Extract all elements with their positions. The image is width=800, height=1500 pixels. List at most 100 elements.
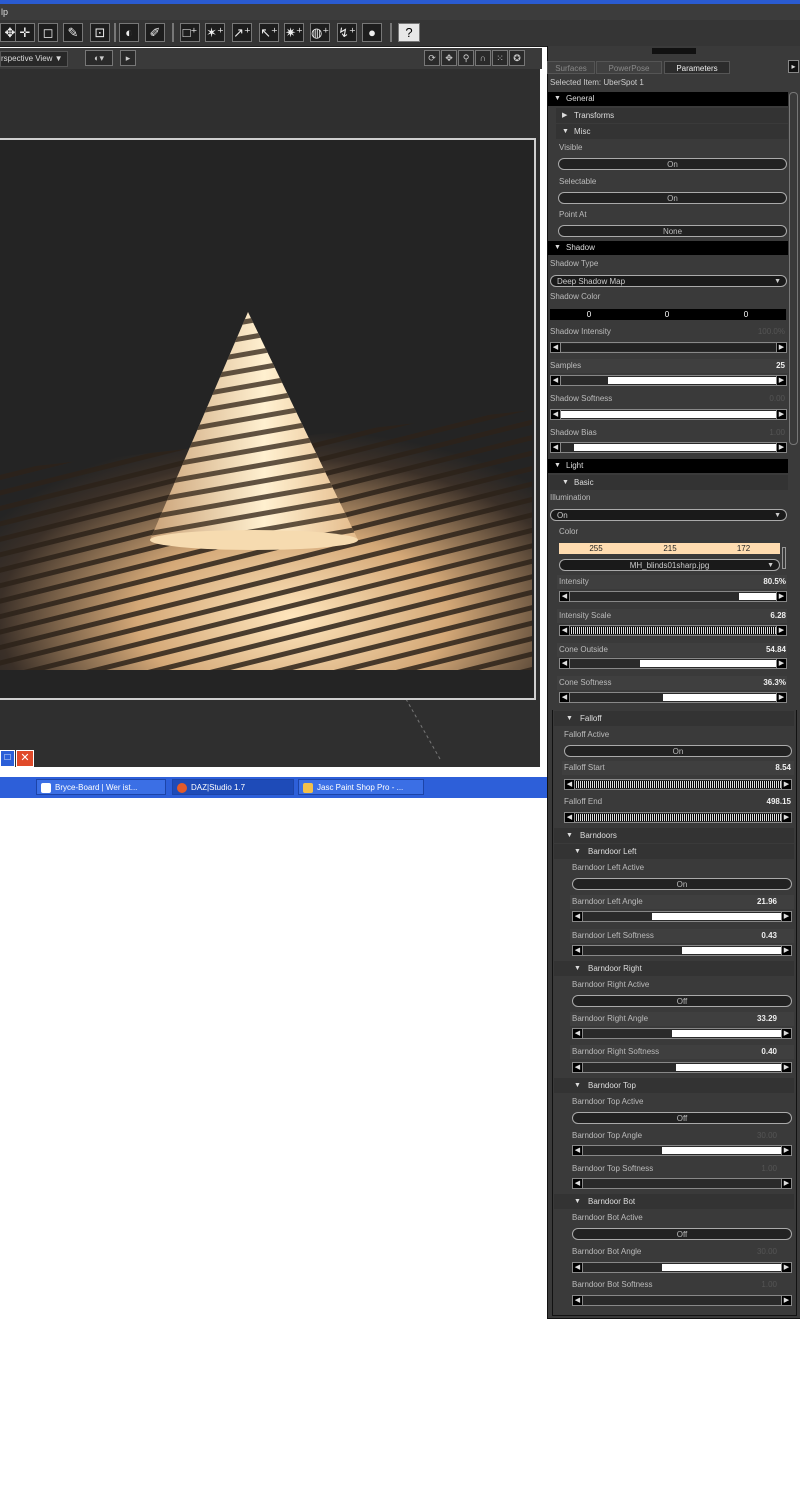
tab-powerpose[interactable]: PowerPose — [596, 61, 662, 74]
slider-decrement-icon[interactable]: ◀ — [551, 410, 561, 419]
slider-increment-icon[interactable]: ▶ — [781, 1296, 791, 1305]
barndoor-right-active-toggle[interactable]: Off — [572, 995, 792, 1007]
panel-scrollbar[interactable] — [789, 92, 798, 445]
slider-decrement-icon[interactable]: ◀ — [551, 343, 561, 352]
toolbar-button-8[interactable]: ✶⁺ — [205, 23, 225, 42]
cone-softness-slider[interactable]: ◀ ▶ — [559, 692, 787, 703]
slider-increment-icon[interactable]: ▶ — [776, 659, 786, 668]
slider-increment-icon[interactable]: ▶ — [781, 1146, 791, 1155]
group-barndoor-right[interactable]: ▼ Barndoor Right — [554, 961, 794, 976]
tabs-scroll-right-icon[interactable]: ▸ — [788, 60, 799, 73]
orbit-camera-icon[interactable]: ∩ — [475, 50, 491, 66]
toolbar-button-2[interactable]: ◻ — [38, 23, 58, 42]
taskbar-item-daz-studio[interactable]: DAZ|Studio 1.7 — [172, 779, 294, 795]
camera-target-icon[interactable]: ✪ — [509, 50, 525, 66]
falloff-end-slider[interactable]: ◀ ▶ — [564, 812, 792, 823]
taskbar-item-paint-shop-pro[interactable]: Jasc Paint Shop Pro - ... — [298, 779, 424, 795]
slider-decrement-icon[interactable]: ◀ — [573, 946, 583, 955]
light-map-dropdown[interactable]: MH_blinds01sharp.jpg ▼ — [559, 559, 780, 571]
group-barndoor-left[interactable]: ▼ Barndoor Left — [554, 844, 794, 859]
barndoor-left-softness-slider[interactable]: ◀ ▶ — [572, 945, 792, 956]
frame-camera-icon[interactable]: ⁙ — [492, 50, 508, 66]
light-color-r[interactable]: 255 — [559, 543, 633, 554]
barndoor-right-softness-slider[interactable]: ◀ ▶ — [572, 1062, 792, 1073]
barndoor-top-softness-slider[interactable]: ◀ ▶ — [572, 1178, 792, 1189]
falloff-active-toggle[interactable]: On — [564, 745, 792, 757]
taskbar-item-bryce-board[interactable]: Bryce-Board | Wer ist... — [36, 779, 166, 795]
toolbar-button-13[interactable]: ↯⁺ — [337, 23, 357, 42]
shadow-color-r[interactable]: 0 — [550, 309, 628, 320]
slider-increment-icon[interactable]: ▶ — [776, 592, 786, 601]
menu-help[interactable]: lp — [1, 7, 8, 17]
slider-decrement-icon[interactable]: ◀ — [573, 912, 583, 921]
slider-increment-icon[interactable]: ▶ — [781, 1263, 791, 1272]
shadow-color-b[interactable]: 0 — [706, 309, 786, 320]
slider-increment-icon[interactable]: ▶ — [781, 946, 791, 955]
slider-increment-icon[interactable]: ▶ — [776, 376, 786, 385]
slider-decrement-icon[interactable]: ◀ — [560, 693, 570, 702]
slider-decrement-icon[interactable]: ◀ — [560, 626, 570, 635]
slider-decrement-icon[interactable]: ◀ — [551, 443, 561, 452]
slider-decrement-icon[interactable]: ◀ — [573, 1146, 583, 1155]
barndoor-left-angle-slider[interactable]: ◀ ▶ — [572, 911, 792, 922]
display-style-icon[interactable]: ◐▾ — [85, 50, 113, 66]
shadow-color-field[interactable]: 0 0 0 — [550, 309, 786, 320]
toolbar-button-14[interactable]: ● — [362, 23, 382, 42]
toolbar-button-6[interactable]: ✐ — [145, 23, 165, 42]
group-misc[interactable]: ▼ Misc — [556, 124, 788, 139]
slider-increment-icon[interactable]: ▶ — [781, 1179, 791, 1188]
slider-increment-icon[interactable]: ▶ — [781, 1029, 791, 1038]
group-barndoor-top[interactable]: ▼ Barndoor Top — [554, 1078, 794, 1093]
barndoor-right-angle-slider[interactable]: ◀ ▶ — [572, 1028, 792, 1039]
barndoor-bot-softness-slider[interactable]: ◀ ▶ — [572, 1295, 792, 1306]
toolbar-button-4[interactable]: ⊡ — [90, 23, 110, 42]
barndoor-left-active-toggle[interactable]: On — [572, 878, 792, 890]
rotate-camera-icon[interactable]: ⟳ — [424, 50, 440, 66]
intensity-slider[interactable]: ◀ ▶ — [559, 591, 787, 602]
slider-decrement-icon[interactable]: ◀ — [573, 1179, 583, 1188]
toolbar-button-10[interactable]: ↖⁺ — [259, 23, 279, 42]
point-at-select[interactable]: None — [558, 225, 787, 237]
shadow-bias-slider[interactable]: ◀ ▶ — [550, 442, 787, 453]
section-general[interactable]: ▼ General — [548, 92, 788, 106]
slider-decrement-icon[interactable]: ◀ — [560, 592, 570, 601]
slider-decrement-icon[interactable]: ◀ — [573, 1263, 583, 1272]
slider-increment-icon[interactable]: ▶ — [781, 1063, 791, 1072]
close-button[interactable]: ✕ — [16, 750, 34, 767]
pan-camera-icon[interactable]: ✥ — [441, 50, 457, 66]
selectable-toggle[interactable]: On — [558, 192, 787, 204]
panel-grip[interactable] — [652, 48, 696, 54]
zoom-camera-icon[interactable]: ⚲ — [458, 50, 474, 66]
barndoor-bot-angle-slider[interactable]: ◀ ▶ — [572, 1262, 792, 1273]
shadow-color-g[interactable]: 0 — [628, 309, 706, 320]
toolbar-button-9[interactable]: ↗⁺ — [232, 23, 252, 42]
barndoor-top-angle-slider[interactable]: ◀ ▶ — [572, 1145, 792, 1156]
cone-outside-slider[interactable]: ◀ ▶ — [559, 658, 787, 669]
color-scrollbar[interactable] — [782, 547, 786, 569]
slider-increment-icon[interactable]: ▶ — [776, 693, 786, 702]
group-barndoor-bot[interactable]: ▼ Barndoor Bot — [554, 1194, 794, 1209]
section-shadow[interactable]: ▼ Shadow — [548, 241, 788, 255]
maximize-button[interactable]: □ — [0, 750, 15, 767]
slider-decrement-icon[interactable]: ◀ — [565, 813, 575, 822]
slider-decrement-icon[interactable]: ◀ — [573, 1029, 583, 1038]
slider-increment-icon[interactable]: ▶ — [781, 813, 791, 822]
intensity-scale-slider[interactable]: ◀ ▶ — [559, 625, 787, 636]
group-basic[interactable]: ▼ Basic — [548, 475, 788, 490]
slider-increment-icon[interactable]: ▶ — [776, 626, 786, 635]
group-falloff[interactable]: ▼ Falloff — [554, 711, 794, 726]
shadow-intensity-slider[interactable]: ◀ ▶ — [550, 342, 787, 353]
toolbar-button-5[interactable]: ◐ — [119, 23, 139, 42]
slider-increment-icon[interactable]: ▶ — [776, 410, 786, 419]
slider-decrement-icon[interactable]: ◀ — [573, 1296, 583, 1305]
light-color-b[interactable]: 172 — [707, 543, 780, 554]
barndoor-bot-active-toggle[interactable]: Off — [572, 1228, 792, 1240]
toolbar-button-15[interactable]: ? — [398, 23, 420, 42]
visible-toggle[interactable]: On — [558, 158, 787, 170]
shadow-softness-slider[interactable]: ◀ ▶ — [550, 409, 787, 420]
toolbar-button-1[interactable]: ✛ — [15, 23, 35, 42]
light-color-g[interactable]: 215 — [633, 543, 707, 554]
slider-decrement-icon[interactable]: ◀ — [565, 780, 575, 789]
barndoor-top-active-toggle[interactable]: Off — [572, 1112, 792, 1124]
section-light[interactable]: ▼ Light — [548, 459, 788, 473]
